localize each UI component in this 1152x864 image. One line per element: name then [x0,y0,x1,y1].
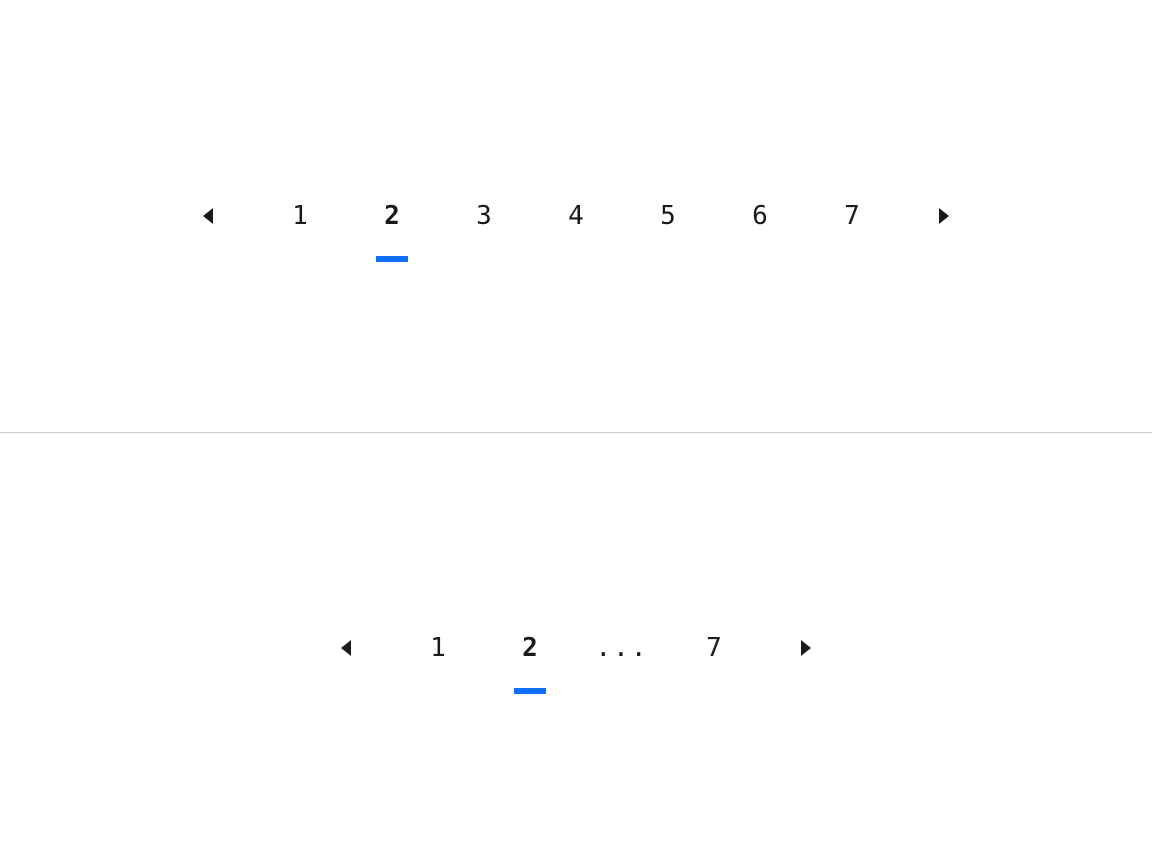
caret-right-icon [801,640,811,656]
page-link-3[interactable]: 3 [438,170,530,262]
page-link-2[interactable]: 2 [346,170,438,262]
next-page-button[interactable] [760,602,852,694]
page-ellipsis: ... [576,602,668,694]
page-link-7[interactable]: 7 [668,602,760,694]
page-link-7[interactable]: 7 [806,170,898,262]
page-link-5[interactable]: 5 [622,170,714,262]
pagination-full: 1 2 3 4 5 6 7 [162,170,990,262]
caret-left-icon [203,208,213,224]
page-link-2[interactable]: 2 [484,602,576,694]
prev-page-button[interactable] [300,602,392,694]
next-page-button[interactable] [898,170,990,262]
prev-page-button[interactable] [162,170,254,262]
page-link-1[interactable]: 1 [392,602,484,694]
caret-right-icon [939,208,949,224]
page-link-1[interactable]: 1 [254,170,346,262]
page-link-6[interactable]: 6 [714,170,806,262]
page-link-4[interactable]: 4 [530,170,622,262]
caret-left-icon [341,640,351,656]
pagination-full-panel: 1 2 3 4 5 6 7 [0,0,1152,432]
pagination-compact-panel: 1 2 ... 7 [0,433,1152,864]
pagination-compact: 1 2 ... 7 [300,602,852,694]
